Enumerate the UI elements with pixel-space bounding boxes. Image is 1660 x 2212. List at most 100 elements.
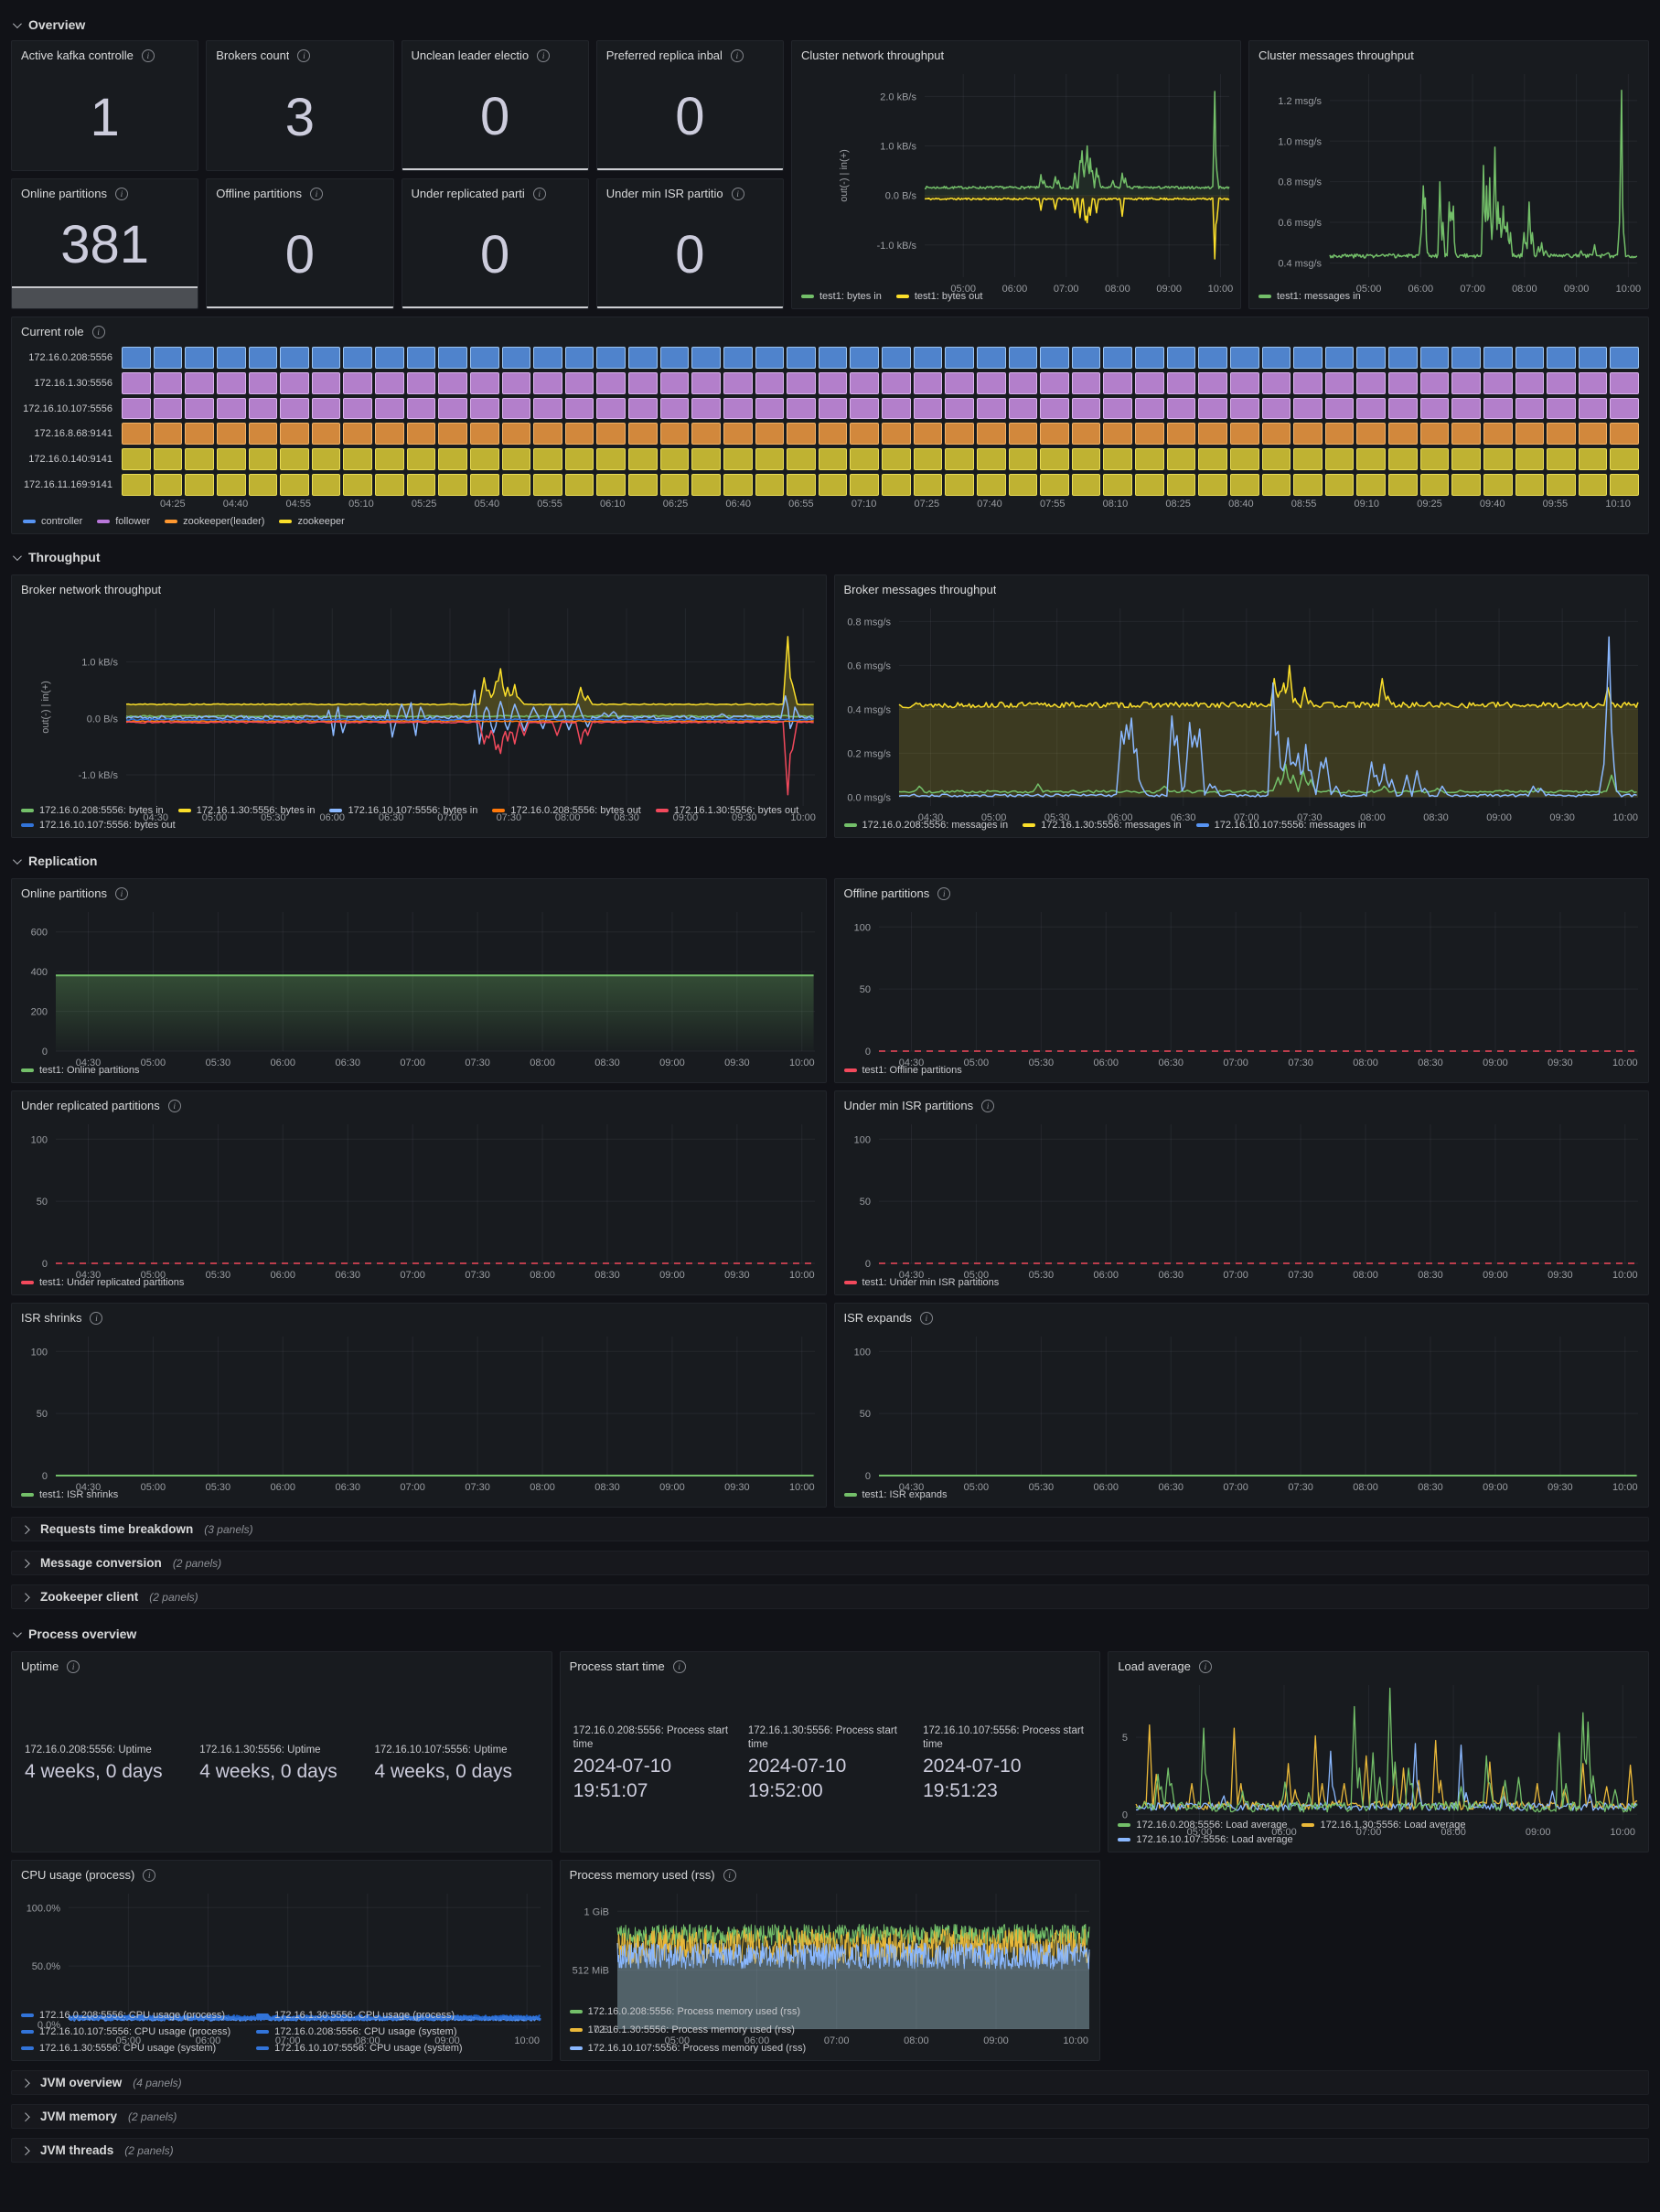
role-status-cell[interactable]	[249, 448, 278, 470]
legend-item[interactable]: test1: Online partitions	[21, 1065, 139, 1076]
role-status-cell[interactable]	[438, 474, 467, 496]
role-status-cell[interactable]	[1579, 347, 1608, 369]
role-status-cell[interactable]	[977, 448, 1006, 470]
role-status-cell[interactable]	[154, 398, 183, 420]
role-status-cell[interactable]	[1103, 474, 1132, 496]
info-icon[interactable]: i	[673, 1660, 686, 1673]
role-status-cell[interactable]	[1515, 423, 1545, 445]
role-status-cell[interactable]	[343, 474, 372, 496]
role-status-cell[interactable]	[850, 474, 879, 496]
role-status-cell[interactable]	[1009, 474, 1038, 496]
role-status-cell[interactable]	[660, 398, 690, 420]
role-status-cell[interactable]	[596, 448, 626, 470]
role-status-cell[interactable]	[407, 448, 436, 470]
role-status-cell[interactable]	[723, 398, 753, 420]
role-status-cell[interactable]	[945, 398, 974, 420]
role-status-cell[interactable]	[691, 398, 721, 420]
time-series-chart[interactable]: 04:3005:0005:3006:0006:3007:0007:3008:00…	[835, 1115, 1649, 1274]
role-status-cell[interactable]	[723, 347, 753, 369]
role-status-cell[interactable]	[375, 423, 404, 445]
role-status-cell[interactable]	[565, 347, 594, 369]
role-status-cell[interactable]	[1388, 423, 1418, 445]
panel-header[interactable]: Under replicated partitions i	[12, 1091, 826, 1115]
time-series-chart[interactable]: 05:0006:0007:0008:0009:0010:000 B512 MiB…	[561, 1884, 1100, 2003]
role-status-cell[interactable]	[470, 448, 499, 470]
panel-header[interactable]: Brokers count i	[207, 41, 392, 65]
role-status-cell[interactable]	[470, 474, 499, 496]
role-status-cell[interactable]	[882, 448, 911, 470]
role-status-cell[interactable]	[122, 372, 151, 394]
role-status-cell[interactable]	[660, 474, 690, 496]
role-status-cell[interactable]	[1198, 474, 1227, 496]
role-status-cell[interactable]	[723, 448, 753, 470]
panel-header[interactable]: ISR shrinks i	[12, 1304, 826, 1327]
role-status-cell[interactable]	[1356, 398, 1386, 420]
legend-item[interactable]: 172.16.1.30:5556: messages in	[1023, 820, 1182, 831]
role-status-cell[interactable]	[1610, 474, 1639, 496]
time-series-chart[interactable]: 04:3005:0005:3006:0006:3007:0007:3008:00…	[12, 599, 826, 802]
info-icon[interactable]: i	[533, 188, 546, 200]
legend-item[interactable]: 172.16.0.208:5556: CPU usage (process)	[21, 2010, 230, 2021]
role-status-cell[interactable]	[1388, 372, 1418, 394]
role-status-cell[interactable]	[628, 423, 658, 445]
role-status-cell[interactable]	[1515, 474, 1545, 496]
role-status-cell[interactable]	[1198, 372, 1227, 394]
legend-item[interactable]: 172.16.0.208:5556: messages in	[844, 820, 1009, 831]
role-status-cell[interactable]	[1610, 423, 1639, 445]
role-status-cell[interactable]	[375, 474, 404, 496]
role-status-cell[interactable]	[850, 347, 879, 369]
role-status-cell[interactable]	[628, 474, 658, 496]
role-status-cell[interactable]	[1009, 398, 1038, 420]
role-status-cell[interactable]	[533, 474, 562, 496]
role-status-cell[interactable]	[407, 398, 436, 420]
role-status-cell[interactable]	[312, 474, 341, 496]
role-status-cell[interactable]	[217, 474, 246, 496]
role-status-cell[interactable]	[1262, 372, 1291, 394]
role-status-cell[interactable]	[945, 423, 974, 445]
info-icon[interactable]: i	[115, 887, 128, 900]
role-status-cell[interactable]	[438, 423, 467, 445]
role-status-cell[interactable]	[249, 372, 278, 394]
role-status-cell[interactable]	[122, 398, 151, 420]
role-status-cell[interactable]	[914, 474, 943, 496]
role-status-cell[interactable]	[1579, 398, 1608, 420]
role-status-cell[interactable]	[1420, 423, 1450, 445]
panel-header[interactable]: Under min ISR partitio i	[597, 179, 783, 203]
role-status-cell[interactable]	[438, 372, 467, 394]
role-status-cell[interactable]	[755, 423, 785, 445]
role-status-cell[interactable]	[628, 398, 658, 420]
role-status-cell[interactable]	[1135, 474, 1164, 496]
role-status-cell[interactable]	[1135, 448, 1164, 470]
role-status-cell[interactable]	[1009, 372, 1038, 394]
legend-item[interactable]: 172.16.1.30:5556: Process memory used (r…	[570, 2024, 795, 2035]
panel-header[interactable]: Process memory used (rss) i	[561, 1861, 1100, 1884]
role-status-cell[interactable]	[280, 398, 309, 420]
role-status-cell[interactable]	[755, 398, 785, 420]
role-status-cell[interactable]	[375, 372, 404, 394]
role-status-cell[interactable]	[407, 372, 436, 394]
role-status-cell[interactable]	[660, 347, 690, 369]
role-status-cell[interactable]	[280, 474, 309, 496]
role-status-cell[interactable]	[1293, 423, 1323, 445]
role-status-cell[interactable]	[1547, 398, 1576, 420]
time-series-chart[interactable]: 05:0006:0007:0008:0009:0010:000.4 msg/s0…	[1249, 65, 1648, 288]
panel-header[interactable]: Process start time i	[561, 1652, 1100, 1676]
role-status-cell[interactable]	[977, 474, 1006, 496]
role-status-cell[interactable]	[945, 448, 974, 470]
role-status-cell[interactable]	[819, 423, 848, 445]
legend-item[interactable]: zookeeper	[279, 516, 344, 527]
role-status-cell[interactable]	[1103, 398, 1132, 420]
role-status-cell[interactable]	[691, 448, 721, 470]
role-status-cell[interactable]	[1293, 474, 1323, 496]
role-status-cell[interactable]	[596, 372, 626, 394]
role-status-cell[interactable]	[1040, 372, 1069, 394]
role-status-cell[interactable]	[1325, 398, 1355, 420]
legend-item[interactable]: test1: bytes in	[801, 291, 882, 302]
legend-item[interactable]: test1: messages in	[1258, 291, 1361, 302]
panel-header[interactable]: Offline partitions i	[207, 179, 392, 203]
role-status-cell[interactable]	[1547, 372, 1576, 394]
role-status-cell[interactable]	[154, 423, 183, 445]
time-series-chart[interactable]: 04:3005:0005:3006:0006:3007:0007:3008:00…	[12, 1327, 826, 1487]
time-series-chart[interactable]: 05:0006:0007:0008:0009:0010:000.0%50.0%1…	[12, 1884, 552, 2007]
role-status-cell[interactable]	[1483, 448, 1513, 470]
